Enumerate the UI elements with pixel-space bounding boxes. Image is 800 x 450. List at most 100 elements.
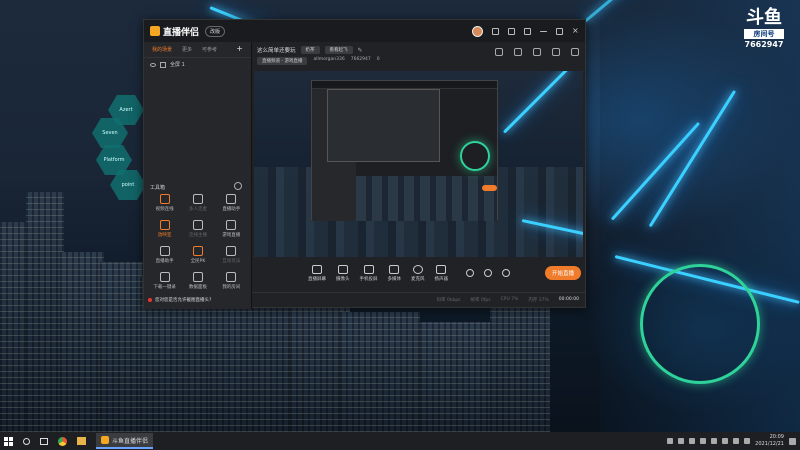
toolbox-settings-icon[interactable] [234, 182, 242, 190]
version-badge[interactable]: 改版 [205, 25, 226, 37]
taskbar-app-live-assistant[interactable]: 斗鱼直播伴侣 [96, 433, 154, 449]
start-live-button[interactable]: 开始直播 [544, 266, 581, 280]
menu-icon[interactable] [524, 27, 531, 35]
minimize-button[interactable] [540, 30, 547, 32]
app-name: 直播伴侣 [163, 27, 200, 38]
green-ring [460, 141, 490, 171]
taskbar: 斗鱼直播伴侣 20:09 2021/12/21 [0, 432, 800, 450]
message-icon[interactable] [492, 27, 499, 35]
green-ring [640, 264, 760, 384]
screen-capture-button[interactable]: 直播屏幕 [308, 264, 326, 282]
share-icon[interactable] [571, 48, 579, 56]
tool-item[interactable]: 互动玩法 [215, 246, 248, 264]
tool-item[interactable]: 下载一键录 [148, 272, 181, 290]
building [26, 192, 64, 432]
record-icon[interactable] [466, 269, 474, 277]
room-tag[interactable]: 奶茶 [300, 46, 320, 54]
tool-icon [226, 246, 237, 256]
microphone-icon [412, 264, 423, 274]
speaker-icon [436, 264, 447, 274]
tab-my-scenes[interactable]: 我的场景 [152, 46, 172, 53]
room-id: 7662947 [350, 57, 371, 62]
toolbox-grid: 视频连线 多人连麦 直播助手 放映室 连线主播 游戏直播 直播助手 全民PK 互… [148, 194, 248, 290]
settings-icon[interactable] [508, 27, 515, 35]
douyu-logo: 斗鱼 [746, 7, 782, 28]
tab-more[interactable]: 更多 [182, 46, 192, 53]
header-actions [495, 48, 579, 56]
tool-item[interactable]: 直播助手 [215, 194, 248, 212]
tool-icon [159, 194, 170, 204]
live-assistant-window: 直播伴侣 改版 × 我的场景 更多 可参考 + 全屏 1 工具箱 视频连线 多人… [143, 19, 586, 309]
monitor-icon [312, 264, 322, 274]
scene-item[interactable]: 全屏 1 [144, 58, 251, 71]
nested-city [356, 176, 497, 221]
tray-icon[interactable] [678, 438, 685, 444]
media-button[interactable]: 多媒体 [388, 264, 401, 282]
maximize-button[interactable] [556, 27, 563, 35]
stats-icon[interactable] [533, 48, 541, 56]
close-icon[interactable]: × [572, 26, 579, 35]
record-icon[interactable] [514, 48, 522, 56]
notice-bar[interactable]: 您对您是否允许截图直播头? [148, 297, 211, 303]
edit-icon[interactable]: ✎ [358, 47, 363, 54]
network-icon[interactable] [733, 438, 740, 444]
microphone-button[interactable]: 麦克风 [411, 264, 425, 282]
speaker-button[interactable]: 扬声器 [435, 264, 448, 282]
building [420, 322, 490, 432]
title-bar[interactable]: 直播伴侣 改版 × [144, 20, 585, 42]
tab-reference[interactable]: 可参考 [202, 46, 217, 53]
taskbar-clock[interactable]: 20:09 2021/12/21 [755, 434, 784, 448]
room-tag[interactable]: 看看起飞 [324, 46, 353, 54]
building [60, 252, 104, 432]
tool-icon [226, 220, 237, 230]
room-title-row: 这么简单还要玩 奶茶 看看起飞 ✎ [257, 46, 363, 54]
tray-icon[interactable] [722, 438, 729, 444]
neon-light [502, 71, 569, 134]
app-icon [101, 436, 109, 444]
tray-icon[interactable] [689, 438, 696, 444]
tool-item[interactable]: 我的房间 [215, 272, 248, 290]
task-view-icon[interactable] [40, 437, 48, 445]
tray-icon[interactable] [711, 438, 718, 444]
tray-icon[interactable] [667, 438, 674, 444]
scene-label: 全屏 1 [170, 62, 185, 68]
phone-cast-button[interactable]: 手机投屏 [360, 264, 378, 282]
lock-icon[interactable] [495, 48, 503, 56]
douyu-room-badge: 斗鱼 房间号 7662947 [740, 8, 788, 49]
tool-item[interactable]: 游戏直播 [215, 220, 248, 238]
stream-preview[interactable] [254, 71, 583, 257]
status-bar: 码率 0kbps 帧率 0fps CPU 7% 内存 37% 00:00:00 [252, 292, 585, 306]
tool-item[interactable]: 放映室 [148, 220, 181, 238]
room-number: 7662947 [744, 40, 784, 49]
avatar[interactable] [472, 25, 483, 37]
tool-icon [192, 246, 203, 256]
bitrate: 码率 0kbps [436, 297, 461, 303]
chrome-icon[interactable] [58, 436, 67, 446]
tool-item[interactable]: 视频连线 [148, 194, 181, 212]
tool-item[interactable]: 数据面板 [181, 272, 214, 290]
bell-icon[interactable] [552, 48, 560, 56]
notification-icon[interactable] [789, 437, 796, 445]
eye-icon[interactable] [150, 62, 156, 67]
category-selector[interactable]: 直播频道 - 游戏直播 [257, 57, 308, 65]
tool-item[interactable]: 多人连麦 [181, 194, 214, 212]
tray-icon[interactable] [700, 438, 707, 444]
volume-icon[interactable] [744, 438, 751, 444]
nested-titlebar [312, 81, 497, 89]
search-icon[interactable] [23, 437, 30, 445]
view-icon[interactable] [484, 269, 492, 277]
lock-icon[interactable] [160, 61, 166, 68]
scene-tabs: 我的场景 更多 可参考 + [144, 42, 251, 58]
tool-item[interactable]: 连线主播 [181, 220, 214, 238]
tool-item[interactable]: 全民PK [181, 246, 214, 264]
notice-text: 您对您是否允许截图直播头? [155, 298, 212, 303]
camera-button[interactable]: 摄像头 [336, 264, 350, 282]
gear-icon[interactable] [502, 269, 510, 277]
tool-item[interactable]: 直播助手 [148, 246, 181, 264]
folder-icon[interactable] [77, 437, 86, 445]
play-icon [389, 264, 400, 274]
toolbox-heading: 工具箱 [150, 185, 166, 191]
add-scene-button[interactable]: + [236, 45, 243, 53]
room-title[interactable]: 这么简单还要玩 [257, 46, 296, 54]
start-button[interactable] [4, 436, 13, 446]
